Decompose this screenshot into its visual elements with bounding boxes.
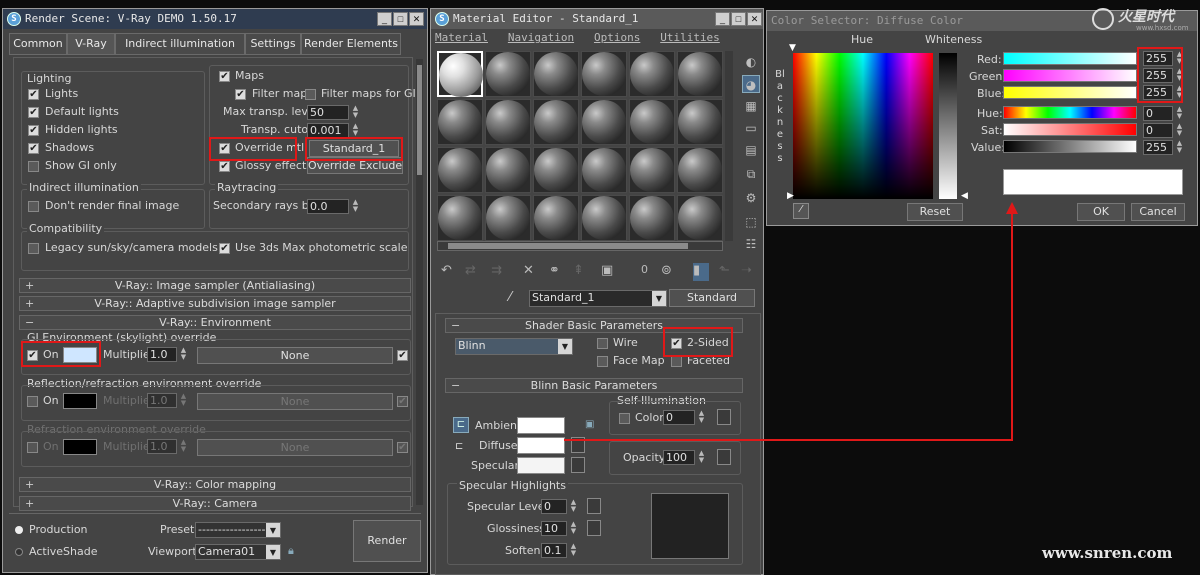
connector-arrow — [564, 202, 1018, 441]
logo-url: www.hxsd.com — [1136, 24, 1189, 32]
logo-mark-icon — [1092, 8, 1114, 30]
snren-watermark: www.snren.com — [1042, 544, 1173, 562]
hxsd-logo: 火星时代 www.hxsd.com — [1092, 6, 1196, 34]
logo-text: 火星时代 — [1118, 9, 1174, 25]
